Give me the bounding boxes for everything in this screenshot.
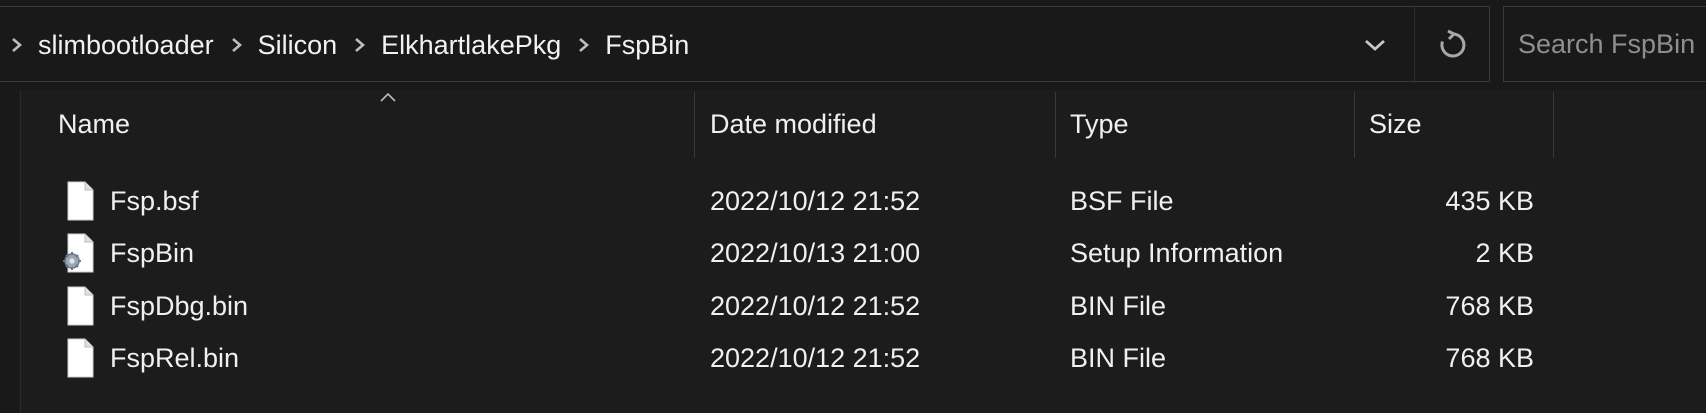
document-icon [67, 338, 94, 378]
setup-information-icon [63, 233, 94, 273]
search-input[interactable]: Search FspBin [1503, 6, 1706, 82]
column-divider[interactable] [694, 92, 695, 158]
navigation-bar: slimbootloader Silicon ElkhartlakePkg Fs… [0, 0, 1706, 90]
file-size: 768 KB [1445, 290, 1534, 321]
document-icon [67, 286, 94, 326]
file-name: FspBin [110, 237, 195, 268]
file-date-modified: 2022/10/13 21:00 [710, 237, 921, 268]
breadcrumb-chevron-icon[interactable] [0, 25, 34, 65]
file-name: Fsp.bsf [110, 185, 199, 216]
column-header-date-modified[interactable]: Date modified [710, 90, 877, 158]
column-header-type[interactable]: Type [1070, 90, 1129, 158]
column-divider[interactable] [1354, 92, 1355, 158]
file-list: Name Date modified Type Size Fsp.bsf 202… [20, 90, 1706, 413]
breadcrumb: slimbootloader Silicon ElkhartlakePkg Fs… [0, 7, 695, 83]
breadcrumb-item-slimbootloader[interactable]: slimbootloader [34, 30, 220, 61]
file-size: 435 KB [1445, 185, 1534, 216]
file-date-modified: 2022/10/12 21:52 [710, 185, 921, 216]
refresh-icon [1440, 29, 1466, 58]
column-divider[interactable] [1055, 92, 1056, 158]
breadcrumb-item-silicon[interactable]: Silicon [254, 30, 344, 61]
column-header-row: Name Date modified Type Size [21, 90, 1706, 158]
column-header-size[interactable]: Size [1369, 90, 1422, 158]
sort-ascending-icon [380, 92, 396, 102]
breadcrumb-chevron-icon[interactable] [567, 25, 601, 65]
search-placeholder: Search FspBin [1518, 28, 1696, 59]
address-bar[interactable]: slimbootloader Silicon ElkhartlakePkg Fs… [0, 6, 1491, 83]
file-type: BIN File [1070, 290, 1167, 321]
file-name: FspRel.bin [110, 342, 240, 373]
breadcrumb-chevron-icon[interactable] [343, 25, 377, 65]
file-size: 2 KB [1475, 237, 1534, 268]
document-icon [67, 181, 94, 221]
breadcrumb-item-elkhartlakepkg[interactable]: ElkhartlakePkg [377, 30, 567, 61]
breadcrumb-item-fspbin[interactable]: FspBin [601, 30, 695, 61]
file-type: BIN File [1070, 342, 1167, 373]
file-row-fspdbg-bin[interactable]: FspDbg.bin 2022/10/12 21:52 BIN File 768… [21, 280, 1706, 332]
file-name: FspDbg.bin [110, 290, 249, 321]
file-type: BSF File [1070, 185, 1174, 216]
column-divider[interactable] [1553, 92, 1554, 158]
file-row-fsprel-bin[interactable]: FspRel.bin 2022/10/12 21:52 BIN File 768… [21, 332, 1706, 384]
file-row-fspbin[interactable]: FspBin 2022/10/13 21:00 Setup Informatio… [21, 227, 1706, 279]
refresh-button[interactable] [1414, 7, 1491, 83]
file-date-modified: 2022/10/12 21:52 [710, 342, 921, 373]
file-row-fsp-bsf[interactable]: Fsp.bsf 2022/10/12 21:52 BSF File 435 KB [21, 175, 1706, 227]
file-date-modified: 2022/10/12 21:52 [710, 290, 921, 321]
breadcrumb-chevron-icon[interactable] [220, 25, 254, 65]
file-list-area: Name Date modified Type Size Fsp.bsf 202… [0, 90, 1706, 413]
column-header-name[interactable]: Name [58, 90, 130, 158]
recent-locations-button[interactable] [1340, 7, 1410, 83]
chevron-down-icon [1365, 39, 1385, 51]
file-size: 768 KB [1445, 342, 1534, 373]
file-type: Setup Information [1070, 237, 1284, 268]
